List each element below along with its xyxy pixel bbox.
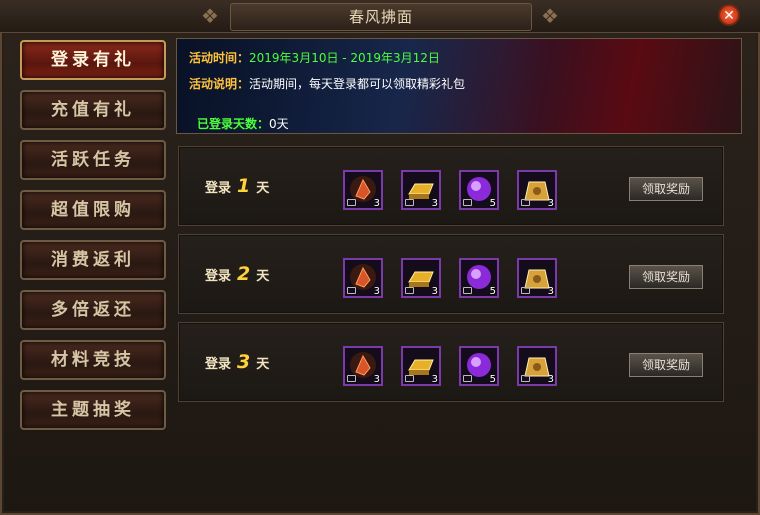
reward-row: 登录 1 天 3 3 5 3 领取奖励 (178, 146, 724, 226)
bind-lock-icon (463, 199, 472, 206)
reward-prefix: 登录 (205, 269, 232, 284)
reward-day-number: 2 (237, 263, 251, 285)
event-time-label: 活动时间： (189, 51, 250, 65)
login-days-value: 0天 (269, 117, 289, 131)
item-count: 3 (431, 198, 438, 209)
item-count: 3 (373, 198, 380, 209)
event-desc-line: 活动说明：活动期间，每天登录都可以领取精彩礼包 (189, 75, 465, 92)
event-banner: 活动时间：2019年3月10日 - 2019年3月12日 活动说明：活动期间，每… (176, 38, 742, 134)
tab-active-tasks[interactable]: 活跃任务 (20, 140, 166, 180)
gold-token-icon[interactable]: 3 (517, 346, 557, 386)
reward-day-label: 登录 2 天 (205, 263, 269, 285)
gold-token-icon[interactable]: 3 (517, 258, 557, 298)
tab-limited-purchase[interactable]: 超值限购 (20, 190, 166, 230)
claim-reward-button[interactable]: 领取奖励 (629, 265, 703, 289)
event-time-value: 2019年3月10日 - 2019年3月12日 (249, 51, 440, 65)
purple-orb-icon[interactable]: 5 (459, 346, 499, 386)
item-count: 3 (431, 286, 438, 297)
sidebar: 登录有礼 充值有礼 活跃任务 超值限购 消费返利 多倍返还 材料竞技 主题抽奖 (12, 34, 172, 434)
reward-suffix: 天 (256, 357, 270, 372)
gold-bar-icon[interactable]: 3 (401, 170, 441, 210)
event-time-line: 活动时间：2019年3月10日 - 2019年3月12日 (189, 49, 440, 66)
gold-token-icon[interactable]: 3 (517, 170, 557, 210)
bind-lock-icon (405, 287, 414, 294)
bind-lock-icon (347, 287, 356, 294)
event-desc-value: 活动期间，每天登录都可以领取精彩礼包 (249, 77, 466, 91)
gold-bar-icon[interactable]: 3 (401, 258, 441, 298)
item-count: 3 (373, 286, 380, 297)
bind-lock-icon (405, 375, 414, 382)
left-ornament-icon: ❖ (201, 4, 219, 28)
bind-lock-icon (347, 375, 356, 382)
reward-suffix: 天 (256, 181, 270, 196)
tab-login-gift[interactable]: 登录有礼 (20, 40, 166, 80)
reward-day-label: 登录 3 天 (205, 351, 269, 373)
purple-orb-icon[interactable]: 5 (459, 258, 499, 298)
item-count: 3 (547, 286, 554, 297)
reward-day-number: 3 (237, 351, 251, 373)
tab-theme-lottery[interactable]: 主题抽奖 (20, 390, 166, 430)
reward-row: 登录 2 天 3 3 5 3 领取奖励 (178, 234, 724, 314)
reward-suffix: 天 (256, 269, 270, 284)
bind-lock-icon (521, 199, 530, 206)
claim-reward-button[interactable]: 领取奖励 (629, 353, 703, 377)
window-title: 春风拂面 (230, 3, 532, 31)
item-count: 3 (373, 374, 380, 385)
reward-day-label: 登录 1 天 (205, 175, 269, 197)
reward-row: 登录 3 天 3 3 5 3 领取奖励 (178, 322, 724, 402)
tab-spending-rebate[interactable]: 消费返利 (20, 240, 166, 280)
login-days-line: 已登录天数：0天 (197, 115, 289, 132)
right-ornament-icon: ❖ (541, 4, 559, 28)
event-window: ❖ 春风拂面 ❖ ✕ 登录有礼 充值有礼 活跃任务 超值限购 消费返利 多倍返还… (0, 0, 760, 515)
item-count: 3 (547, 374, 554, 385)
title-bar: ❖ 春风拂面 ❖ ✕ (0, 0, 760, 33)
bind-lock-icon (405, 199, 414, 206)
item-count: 3 (547, 198, 554, 209)
item-count: 5 (489, 286, 496, 297)
red-crystal-icon[interactable]: 3 (343, 170, 383, 210)
red-crystal-icon[interactable]: 3 (343, 346, 383, 386)
bind-lock-icon (521, 375, 530, 382)
tab-material-contest[interactable]: 材料竞技 (20, 340, 166, 380)
close-button[interactable]: ✕ (718, 4, 740, 26)
item-count: 3 (431, 374, 438, 385)
event-desc-label: 活动说明： (189, 77, 250, 91)
reward-day-number: 1 (237, 175, 251, 197)
claim-reward-button[interactable]: 领取奖励 (629, 177, 703, 201)
tab-recharge-gift[interactable]: 充值有礼 (20, 90, 166, 130)
reward-prefix: 登录 (205, 181, 232, 196)
bind-lock-icon (463, 287, 472, 294)
red-crystal-icon[interactable]: 3 (343, 258, 383, 298)
bind-lock-icon (463, 375, 472, 382)
reward-prefix: 登录 (205, 357, 232, 372)
gold-bar-icon[interactable]: 3 (401, 346, 441, 386)
bind-lock-icon (347, 199, 356, 206)
item-count: 5 (489, 374, 496, 385)
bind-lock-icon (521, 287, 530, 294)
tab-multiple-return[interactable]: 多倍返还 (20, 290, 166, 330)
item-count: 5 (489, 198, 496, 209)
purple-orb-icon[interactable]: 5 (459, 170, 499, 210)
login-days-label: 已登录天数： (197, 117, 270, 131)
